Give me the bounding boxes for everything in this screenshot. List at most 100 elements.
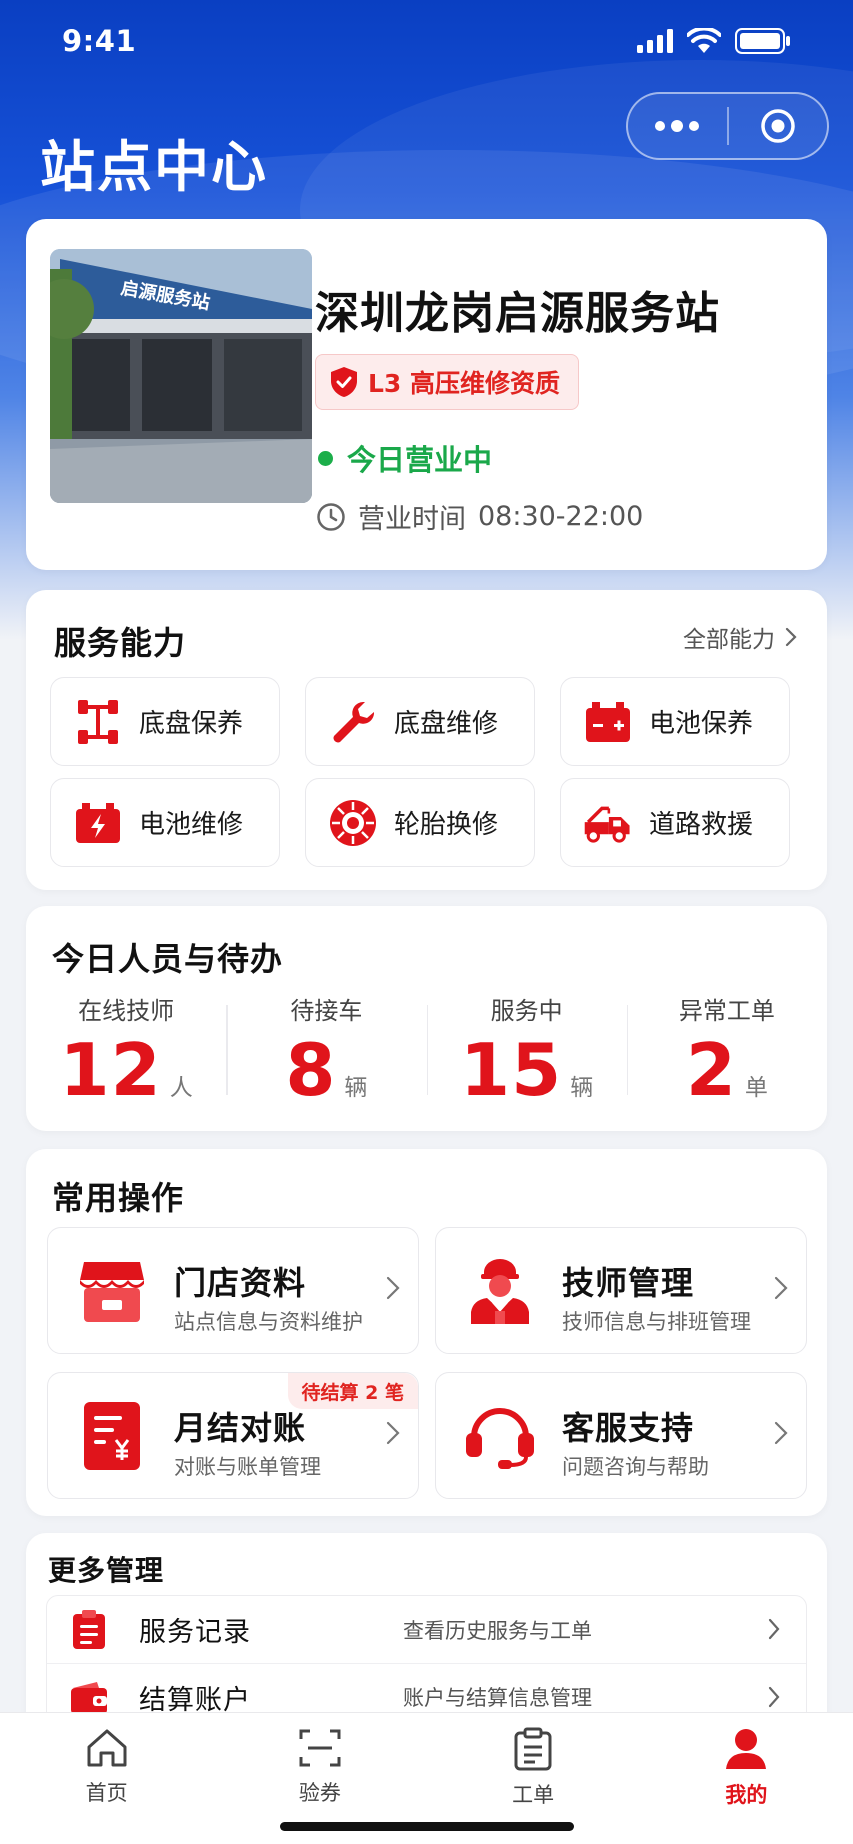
technician-icon [464,1255,536,1327]
chevron-right-icon [785,627,797,647]
status-bar: 9:41 [0,0,853,84]
open-status: 今日营业中 [318,437,492,479]
tab-label: 工单 [512,1783,555,1807]
clipboard-icon [67,1608,111,1652]
pending-settlement-tag: 待结算 2 笔 [287,1373,418,1409]
chevron-right-icon [386,1421,400,1445]
more-row-title: 服务记录 [139,1617,251,1648]
service-battery-maintenance[interactable]: 电池保养 [560,677,790,766]
service-capability-card: 服务能力 全部能力 底盘保养 底盘维修 电池保养 电池维修 轮胎换修 道路救援 [26,590,827,890]
open-status-text: 今日营业中 [347,443,493,477]
scan-icon [299,1729,341,1767]
more-row-title: 结算账户 [139,1684,251,1716]
tab-label: 我的 [725,1783,768,1807]
op-subtitle: 站点信息与资料维护 [174,1310,363,1334]
stat-label: 在线技师 [78,997,175,1025]
today-staff-card: 今日人员与待办 在线技师 12 人 待接车 8 辆 服务中 15 辆 异常工单 [26,906,827,1131]
more-menu-button[interactable] [628,94,727,158]
clock-icon [317,502,345,531]
ops-title: 常用操作 [52,1179,185,1217]
chevron-right-icon [768,1618,780,1640]
op-technician-management[interactable]: 技师管理 技师信息与排班管理 [435,1227,807,1354]
hours-value: 08:30-22:00 [478,501,644,532]
battery-status-icon [735,28,790,54]
services-title: 服务能力 [54,624,187,662]
battery-icon [583,697,633,747]
chevron-right-icon [774,1276,788,1300]
chassis-icon [73,697,123,747]
op-subtitle: 对账与账单管理 [174,1455,321,1479]
business-hours: 营业时间 08:30-22:00 [316,497,643,536]
tab-mine[interactable]: 我的 [640,1713,853,1844]
home-indicator [280,1822,574,1831]
tow-truck-icon [583,798,633,848]
wifi-icon [687,28,721,53]
stat-label: 服务中 [490,997,563,1025]
status-dot-icon [318,450,333,466]
service-label: 电池保养 [649,709,754,739]
op-monthly-reconciliation[interactable]: 待结算 2 笔 月结对账 对账与账单管理 [47,1372,419,1499]
chevron-right-icon [386,1276,400,1300]
user-icon [726,1729,767,1769]
stat-unit: 单 [744,1075,768,1101]
tab-home[interactable]: 首页 [0,1713,213,1844]
service-road-rescue[interactable]: 道路救援 [560,778,790,867]
station-photo: 启源服务站 [50,249,312,503]
home-icon [87,1729,127,1767]
store-icon [76,1255,148,1327]
close-mini-program-button[interactable] [729,94,828,158]
stat-value: 15 [460,1028,563,1112]
op-title: 月结对账 [174,1409,307,1447]
service-label: 底盘维修 [394,709,499,739]
see-all-label: 全部能力 [683,627,775,653]
more-title: 更多管理 [48,1554,165,1587]
service-label: 轮胎换修 [394,810,499,840]
staff-title: 今日人员与待办 [52,940,284,978]
stat-online-technicians[interactable]: 在线技师 12 人 [26,991,226,1111]
signal-icon [637,29,673,53]
more-row-desc: 账户与结算信息管理 [403,1686,592,1710]
service-tire-repair[interactable]: 轮胎换修 [305,778,535,867]
target-icon [761,109,795,143]
qualification-badge: L3 高压维修资质 [315,354,580,410]
more-dots-icon [655,120,700,132]
op-title: 门店资料 [174,1264,307,1302]
station-card[interactable]: 启源服务站 深圳龙岗启源服务站 L3 高压维修资质 今日营业中 营业时间 08:… [26,219,827,570]
op-subtitle: 问题咨询与帮助 [562,1455,709,1479]
op-title: 客服支持 [562,1409,695,1447]
hours-label: 营业时间 [358,504,466,535]
station-name: 深圳龙岗启源服务站 [315,288,720,339]
shield-check-icon [331,367,357,397]
tire-icon [328,798,378,848]
op-subtitle: 技师信息与排班管理 [562,1310,751,1334]
more-row-service-records[interactable]: 服务记录 查看历史服务与工单 [47,1596,806,1663]
stat-label: 待接车 [290,997,363,1025]
status-time: 9:41 [62,24,137,58]
tab-label: 首页 [85,1781,128,1805]
stat-label: 异常工单 [678,997,775,1025]
stat-in-service[interactable]: 服务中 15 辆 [426,991,627,1112]
stat-abnormal-orders[interactable]: 异常工单 2 单 [626,991,827,1111]
service-chassis-maintenance[interactable]: 底盘保养 [50,677,280,766]
invoice-icon [76,1400,148,1472]
stat-unit: 辆 [570,1075,594,1101]
op-title: 技师管理 [562,1264,695,1302]
service-label: 底盘保养 [139,709,244,739]
service-battery-repair[interactable]: 电池维修 [50,778,280,867]
service-chassis-repair[interactable]: 底盘维修 [305,677,535,766]
more-row-desc: 查看历史服务与工单 [403,1618,592,1643]
service-label: 道路救援 [649,810,754,840]
stat-unit: 辆 [344,1075,368,1101]
op-store-info[interactable]: 门店资料 站点信息与资料维护 [47,1227,419,1354]
stat-unit: 人 [169,1075,193,1101]
see-all-capabilities-link[interactable]: 全部能力 [683,620,797,654]
service-label: 电池维修 [139,810,244,840]
op-customer-support[interactable]: 客服支持 问题咨询与帮助 [435,1372,807,1499]
stat-value: 8 [285,1028,337,1112]
wrench-icon [328,697,378,747]
page-title: 站点中心 [40,135,269,199]
mini-program-capsule [626,92,829,160]
clipboard-icon [514,1727,552,1771]
stat-awaiting-vehicles[interactable]: 待接车 8 辆 [226,991,426,1111]
common-operations-card: 常用操作 门店资料 站点信息与资料维护 技师管理 技师信息与排班管理 待结算 2… [26,1149,827,1516]
